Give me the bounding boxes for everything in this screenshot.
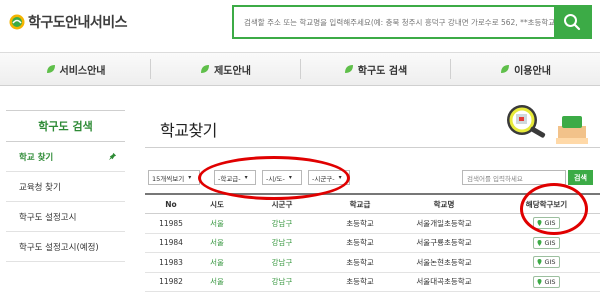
sigungu-select[interactable]: -시군구- ▾ — [308, 170, 350, 185]
cell-gis: GIS — [495, 236, 598, 249]
cell-grade: 초등학교 — [346, 218, 374, 228]
gis-label: GIS — [544, 277, 556, 286]
cell-sigungu: 강남구 — [271, 257, 293, 267]
col-school-name: 학교명 — [433, 199, 455, 209]
gis-button[interactable]: GIS — [533, 275, 560, 288]
table-row: 11982 서울 강남구 초등학교 서울대곡초등학교 GIS — [145, 273, 600, 292]
gis-button[interactable]: GIS — [533, 256, 560, 269]
table-row: 11985 서울 강남구 초등학교 서울개일초등학교 GIS — [145, 214, 600, 234]
header: 학구도안내서비스 — [0, 0, 600, 46]
search-box — [232, 5, 592, 39]
nav-label: 제도안내 — [214, 65, 251, 77]
sidebar-item-label: 교육청 찾기 — [19, 182, 61, 193]
sidebar-item-label: 학구도 설정고시 — [19, 212, 77, 223]
main-nav: 서비스안내 제도안내 학구도 검색 이용안내 — [0, 52, 600, 86]
grade-select[interactable]: -학교급- ▾ — [214, 170, 256, 185]
nav-label: 서비스안내 — [59, 65, 106, 77]
sidebar-item-office-find[interactable]: 교육청 찾기 — [6, 172, 125, 202]
table-header-row: No 시도 시군구 학교급 학교명 해당학구보기 — [145, 195, 600, 214]
search-icon — [564, 14, 581, 31]
nav-item-search[interactable]: 학구도 검색 — [300, 53, 450, 85]
cell-gis: GIS — [495, 217, 598, 230]
sidebar-item-label: 학구도 설정고시(예정) — [19, 242, 99, 253]
col-gis: 해당학구보기 — [525, 199, 568, 209]
cell-grade: 초등학교 — [346, 277, 374, 287]
cell-sido: 서울 — [210, 257, 224, 267]
cell-no: 11985 — [159, 218, 183, 228]
cell-school-name: 서울구룡초등학교 — [416, 238, 472, 248]
cell-school-name: 서울논현초등학교 — [416, 257, 472, 267]
school-search-placeholder: 검색어를 입력하세요 — [467, 174, 523, 183]
pushpin-icon — [108, 152, 117, 161]
search-button[interactable] — [554, 7, 590, 37]
nav-item-service[interactable]: 서비스안내 — [0, 53, 150, 85]
nav-label: 학구도 검색 — [357, 65, 408, 77]
page-size-value: 15개씩보기 — [152, 174, 185, 183]
search-input[interactable] — [234, 7, 554, 37]
map-pin-icon — [537, 220, 542, 227]
gis-label: GIS — [544, 258, 556, 267]
nav-item-system[interactable]: 제도안내 — [150, 53, 300, 85]
cell-grade: 초등학교 — [346, 257, 374, 267]
logo-text: 학구도안내서비스 — [28, 15, 128, 31]
cell-no: 11983 — [159, 257, 183, 267]
filter-bar: 15개씩보기 ▾ -학교급- ▾ -시/도- ▾ -시군구- ▾ — [148, 170, 356, 185]
sidebar: 학구도 검색 학교 찾기 교육청 찾기 학구도 설정고시 학구도 설정고시(예정… — [6, 110, 125, 262]
cell-gis: GIS — [495, 256, 598, 269]
school-table: No 시도 시군구 학교급 학교명 해당학구보기 11985 서울 강남구 초등… — [145, 193, 600, 292]
chevron-down-icon: ▾ — [338, 174, 342, 181]
sidebar-item-notice[interactable]: 학구도 설정고시 — [6, 202, 125, 232]
sido-select[interactable]: -시/도- ▾ — [262, 170, 302, 185]
cell-gis: GIS — [495, 275, 598, 288]
site-logo[interactable]: 학구도안내서비스 — [9, 12, 128, 32]
magnifier-illustration — [507, 105, 588, 144]
cell-school-name: 서울개일초등학교 — [416, 218, 472, 228]
logo-icon — [9, 14, 25, 30]
map-pin-icon — [537, 239, 542, 246]
sidebar-item-label: 학교 찾기 — [19, 152, 54, 163]
sigungu-value: -시군구- — [312, 174, 335, 183]
leaf-icon — [344, 65, 353, 73]
chevron-down-icon: ▾ — [288, 174, 292, 181]
gis-label: GIS — [544, 238, 556, 247]
col-sigungu: 시군구 — [271, 199, 293, 209]
sidebar-title: 학구도 검색 — [6, 110, 125, 142]
page-size-select[interactable]: 15개씩보기 ▾ — [148, 170, 200, 185]
school-search-button[interactable]: 검색 — [568, 170, 593, 185]
chevron-down-icon: ▾ — [244, 174, 248, 181]
chevron-down-icon: ▾ — [188, 174, 192, 181]
cell-sido: 서울 — [210, 277, 224, 287]
cell-sigungu: 강남구 — [271, 238, 293, 248]
sidebar-item-notice-planned[interactable]: 학구도 설정고시(예정) — [6, 232, 125, 262]
sido-value: -시/도- — [266, 174, 285, 183]
sidebar-item-school-find[interactable]: 학교 찾기 — [6, 142, 125, 172]
table-row: 11984 서울 강남구 초등학교 서울구룡초등학교 GIS — [145, 234, 600, 253]
cell-sido: 서울 — [210, 218, 224, 228]
map-pin-icon — [537, 278, 542, 285]
cell-sigungu: 강남구 — [271, 218, 293, 228]
leaf-icon — [501, 65, 510, 73]
gis-button[interactable]: GIS — [533, 236, 560, 249]
table-row: 11983 서울 강남구 초등학교 서울논현초등학교 GIS — [145, 253, 600, 273]
col-grade: 학교급 — [349, 199, 371, 209]
leaf-icon — [46, 65, 55, 73]
col-sido: 시도 — [210, 199, 224, 209]
nav-label: 이용안내 — [514, 65, 551, 77]
cell-grade: 초등학교 — [346, 238, 374, 248]
cell-no: 11982 — [159, 277, 183, 287]
leaf-icon — [201, 65, 210, 73]
school-search-input[interactable]: 검색어를 입력하세요 — [462, 170, 566, 185]
cell-sigungu: 강남구 — [271, 277, 293, 287]
gis-label: GIS — [544, 219, 556, 228]
page-title: 학교찾기 — [160, 121, 217, 140]
grade-value: -학교급- — [218, 174, 241, 183]
cell-sido: 서울 — [210, 238, 224, 248]
map-pin-icon — [537, 259, 542, 266]
cell-school-name: 서울대곡초등학교 — [416, 277, 472, 287]
cell-no: 11984 — [159, 238, 183, 248]
col-no: No — [165, 199, 177, 209]
nav-item-usage[interactable]: 이용안내 — [450, 53, 600, 85]
gis-button[interactable]: GIS — [533, 217, 560, 230]
